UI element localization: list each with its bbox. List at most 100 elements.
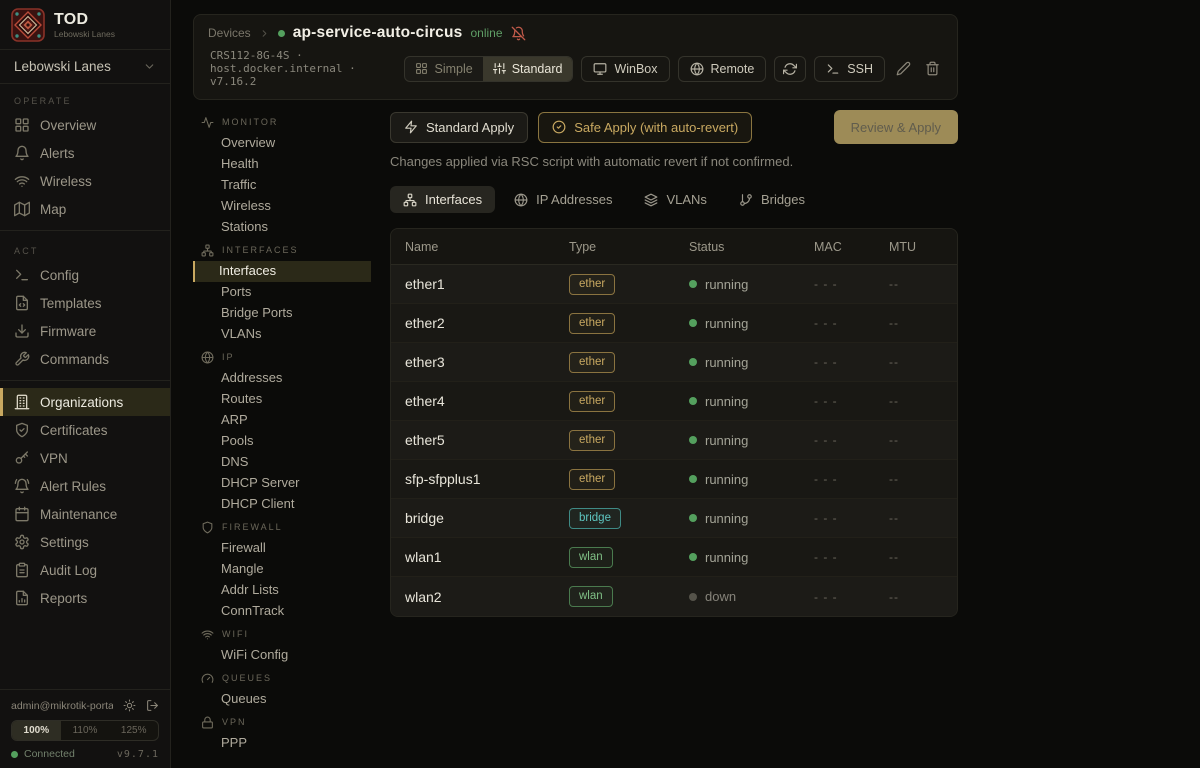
org-selector[interactable]: Lebowski Lanes bbox=[0, 50, 170, 84]
device-nav-item-health[interactable]: Health bbox=[193, 154, 371, 175]
safe-apply-button[interactable]: Safe Apply (with auto-revert) bbox=[538, 112, 752, 143]
gear-icon bbox=[14, 534, 30, 550]
cell-name: wlan2 bbox=[391, 589, 569, 605]
bell-ring-icon bbox=[14, 478, 30, 494]
device-nav-item-dhcp-server[interactable]: DHCP Server bbox=[193, 473, 371, 494]
sidebar-item-alert-rules[interactable]: Alert Rules bbox=[0, 472, 170, 500]
tab-vlans[interactable]: VLANs bbox=[631, 186, 719, 213]
app-version: v9.7.1 bbox=[117, 749, 159, 760]
device-nav-item-stations[interactable]: Stations bbox=[193, 217, 371, 238]
status-text: running bbox=[705, 277, 748, 292]
cell-status: down bbox=[689, 589, 814, 604]
table-row-ether3[interactable]: ether3etherrunning- - --- bbox=[391, 343, 957, 382]
device-nav-item-conntrack[interactable]: ConnTrack bbox=[193, 601, 371, 622]
sidebar-section-label: OPERATE bbox=[0, 88, 170, 111]
sidebar-item-organizations[interactable]: Organizations bbox=[0, 388, 170, 416]
sidebar-item-map[interactable]: Map bbox=[0, 195, 170, 223]
network-icon bbox=[201, 244, 214, 257]
device-nav-item-wifi-config[interactable]: WiFi Config bbox=[193, 645, 371, 666]
sidebar-item-vpn[interactable]: VPN bbox=[0, 444, 170, 472]
sidebar-item-overview[interactable]: Overview bbox=[0, 111, 170, 139]
gauge-icon bbox=[201, 672, 214, 685]
device-nav-item-dns[interactable]: DNS bbox=[193, 452, 371, 473]
status-dot bbox=[689, 358, 697, 366]
device-nav-item-firewall[interactable]: Firewall bbox=[193, 538, 371, 559]
breadcrumb[interactable]: Devices bbox=[208, 26, 251, 40]
table-row-wlan2[interactable]: wlan2wlandown- - --- bbox=[391, 577, 957, 616]
device-nav-item-queues[interactable]: Queues bbox=[193, 689, 371, 710]
cell-type: bridge bbox=[569, 508, 689, 529]
sidebar-item-audit-log[interactable]: Audit Log bbox=[0, 556, 170, 584]
apply-bar: Standard Apply Safe Apply (with auto-rev… bbox=[390, 110, 958, 144]
column-header-type: Type bbox=[569, 240, 689, 254]
column-header-status: Status bbox=[689, 240, 814, 254]
device-nav-item-vlans[interactable]: VLANs bbox=[193, 324, 371, 345]
tab-bridges[interactable]: Bridges bbox=[726, 186, 818, 213]
device-nav-item-ppp[interactable]: PPP bbox=[193, 733, 371, 754]
device-nav-item-ports[interactable]: Ports bbox=[193, 282, 371, 303]
table-row-ether5[interactable]: ether5etherrunning- - --- bbox=[391, 421, 957, 460]
zoom-option-110[interactable]: 110% bbox=[61, 721, 110, 740]
review-apply-button[interactable]: Review & Apply bbox=[834, 110, 958, 144]
circle-check-icon bbox=[552, 120, 566, 134]
device-nav-item-arp[interactable]: ARP bbox=[193, 410, 371, 431]
table-row-ether1[interactable]: ether1etherrunning- - --- bbox=[391, 265, 957, 304]
cell-status: running bbox=[689, 433, 814, 448]
remote-button[interactable]: Remote bbox=[678, 56, 767, 82]
device-nav-item-addr-lists[interactable]: Addr Lists bbox=[193, 580, 371, 601]
cell-status: running bbox=[689, 355, 814, 370]
ssh-button[interactable]: SSH bbox=[814, 56, 885, 82]
device-nav-item-pools[interactable]: Pools bbox=[193, 431, 371, 452]
device-nav-item-routes[interactable]: Routes bbox=[193, 389, 371, 410]
device-nav-item-interfaces[interactable]: Interfaces bbox=[193, 261, 371, 282]
device-nav-item-dhcp-client[interactable]: DHCP Client bbox=[193, 494, 371, 515]
sidebar-item-label: Certificates bbox=[40, 423, 108, 438]
tab-ip-addresses[interactable]: IP Addresses bbox=[501, 186, 625, 213]
view-mode-standard[interactable]: Standard bbox=[483, 57, 573, 81]
theme-toggle-button[interactable] bbox=[123, 699, 136, 712]
sidebar-item-commands[interactable]: Commands bbox=[0, 345, 170, 373]
tab-interfaces[interactable]: Interfaces bbox=[390, 186, 495, 213]
sidebar-item-firmware[interactable]: Firmware bbox=[0, 317, 170, 345]
sidebar-item-config[interactable]: Config bbox=[0, 261, 170, 289]
status-text: running bbox=[705, 472, 748, 487]
device-action-buttons: WinBox Remote SSH bbox=[581, 56, 885, 82]
table-row-bridge[interactable]: bridgebridgerunning- - --- bbox=[391, 499, 957, 538]
sidebar-item-settings[interactable]: Settings bbox=[0, 528, 170, 556]
refresh-button[interactable] bbox=[774, 56, 806, 82]
zoom-option-125[interactable]: 125% bbox=[109, 721, 158, 740]
device-nav-item-addresses[interactable]: Addresses bbox=[193, 368, 371, 389]
sidebar-item-maintenance[interactable]: Maintenance bbox=[0, 500, 170, 528]
table-row-wlan1[interactable]: wlan1wlanrunning- - --- bbox=[391, 538, 957, 577]
device-nav-item-traffic[interactable]: Traffic bbox=[193, 175, 371, 196]
winbox-button[interactable]: WinBox bbox=[581, 56, 669, 82]
device-nav-item-mangle[interactable]: Mangle bbox=[193, 559, 371, 580]
device-nav-section-label: VPN bbox=[222, 716, 247, 729]
device-nav-item-overview[interactable]: Overview bbox=[193, 133, 371, 154]
device-meta: CRS112-8G-4S · host.docker.internal · v7… bbox=[208, 49, 404, 88]
cell-name: bridge bbox=[391, 510, 569, 526]
device-nav-item-bridge-ports[interactable]: Bridge Ports bbox=[193, 303, 371, 324]
sidebar-item-alerts[interactable]: Alerts bbox=[0, 139, 170, 167]
table-row-ether2[interactable]: ether2etherrunning- - --- bbox=[391, 304, 957, 343]
view-mode-simple[interactable]: Simple bbox=[405, 57, 482, 81]
device-nav-item-wireless[interactable]: Wireless bbox=[193, 196, 371, 217]
view-mode-label: Simple bbox=[434, 62, 472, 76]
cell-name: ether5 bbox=[391, 432, 569, 448]
logout-button[interactable] bbox=[146, 699, 159, 712]
table-row-ether4[interactable]: ether4etherrunning- - --- bbox=[391, 382, 957, 421]
standard-apply-button[interactable]: Standard Apply bbox=[390, 112, 528, 143]
standard-apply-label: Standard Apply bbox=[426, 120, 514, 135]
sidebar-item-reports[interactable]: Reports bbox=[0, 584, 170, 612]
sidebar-item-wireless[interactable]: Wireless bbox=[0, 167, 170, 195]
notifications-muted-icon[interactable] bbox=[511, 26, 526, 41]
sidebar-item-templates[interactable]: Templates bbox=[0, 289, 170, 317]
cell-name: ether4 bbox=[391, 393, 569, 409]
network-icon bbox=[403, 193, 417, 207]
sidebar-item-certificates[interactable]: Certificates bbox=[0, 416, 170, 444]
edit-device-button[interactable] bbox=[893, 61, 914, 76]
cell-status: running bbox=[689, 511, 814, 526]
zoom-option-100[interactable]: 100% bbox=[12, 721, 61, 740]
delete-device-button[interactable] bbox=[922, 61, 943, 76]
table-row-sfp-sfpplus1[interactable]: sfp-sfpplus1etherrunning- - --- bbox=[391, 460, 957, 499]
